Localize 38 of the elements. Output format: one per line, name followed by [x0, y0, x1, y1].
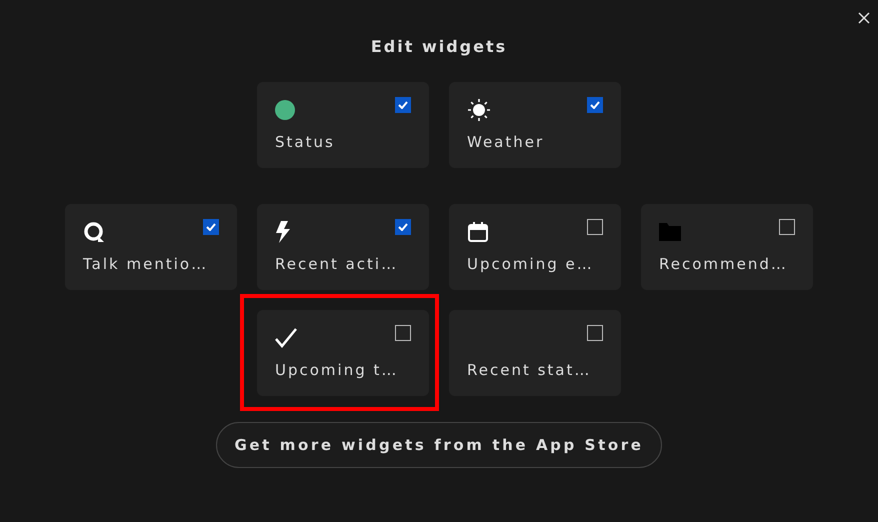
dialog-title: Edit widgets: [370, 37, 508, 58]
check-icon: [206, 223, 216, 231]
checkmark-icon: [275, 328, 297, 348]
widget-label: Upcoming e…: [467, 255, 595, 273]
lightning-icon: [275, 221, 291, 243]
calendar-icon: [467, 221, 489, 243]
check-icon: [398, 223, 408, 231]
checkbox[interactable]: [395, 219, 411, 235]
check-icon: [398, 101, 408, 109]
widget-label: Weather: [467, 133, 546, 151]
checkbox[interactable]: [395, 325, 411, 341]
checkbox[interactable]: [203, 219, 219, 235]
sun-icon: [467, 98, 491, 122]
widget-label: Status: [275, 133, 336, 151]
folder-icon: [659, 223, 681, 241]
status-dot-icon: [275, 100, 295, 120]
widget-card[interactable]: Status: [257, 82, 429, 168]
widget-card[interactable]: Upcoming t…: [257, 310, 429, 396]
close-icon[interactable]: [858, 12, 870, 24]
checkbox[interactable]: [779, 219, 795, 235]
widget-label: Recent acti…: [275, 255, 400, 273]
checkbox[interactable]: [587, 325, 603, 341]
widget-label: Recent stat…: [467, 361, 592, 379]
chat-bubble-icon: [83, 221, 105, 243]
app-store-button[interactable]: Get more widgets from the App Store: [216, 422, 662, 468]
widget-card[interactable]: Recent acti…: [257, 204, 429, 290]
widget-card[interactable]: Weather: [449, 82, 621, 168]
widget-label: Upcoming t…: [275, 361, 400, 379]
checkbox[interactable]: [395, 97, 411, 113]
checkbox[interactable]: [587, 219, 603, 235]
check-icon: [590, 101, 600, 109]
checkbox[interactable]: [587, 97, 603, 113]
widget-label: Recommend…: [659, 255, 789, 273]
widget-card[interactable]: Upcoming e…: [449, 204, 621, 290]
widget-card[interactable]: Recent stat…: [449, 310, 621, 396]
widget-card[interactable]: Talk mentio…: [65, 204, 237, 290]
widget-label: Talk mentio…: [83, 255, 210, 273]
widget-card[interactable]: Recommend…: [641, 204, 813, 290]
